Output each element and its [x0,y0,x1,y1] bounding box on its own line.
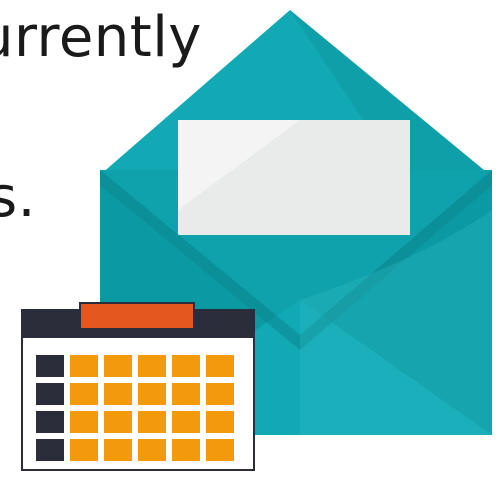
letter-icon [178,120,410,235]
illustration [21,10,492,471]
calendar-icon [21,302,255,471]
